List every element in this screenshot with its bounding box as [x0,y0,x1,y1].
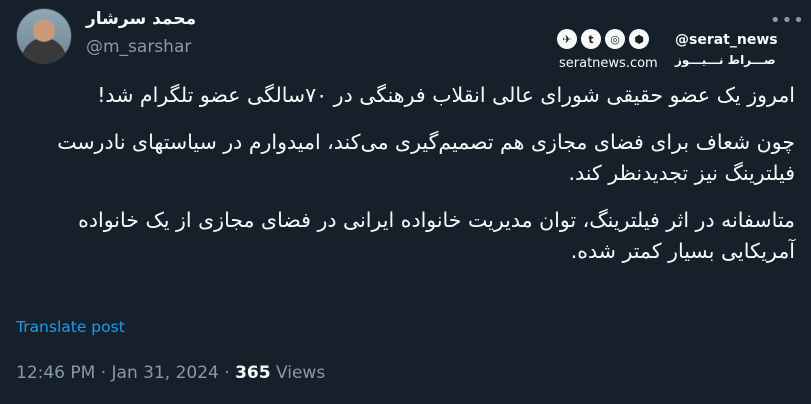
tweet-meta: 12:46 PM · Jan 31, 2024 · 365 Views [16,363,325,383]
post-date[interactable]: Jan 31, 2024 [112,363,219,383]
watermark-handle: @serat_news [675,32,778,48]
tweet-paragraph: چون شعاف برای فضای مجازی هم تصمیم‌گیری م… [57,130,795,185]
author-name[interactable]: محمد سرشار [86,9,206,29]
meta-separator: · [218,363,236,383]
watermark: ✈ t ◎ ⬢ @serat_news seratnews.com صـــرا… [557,29,787,75]
author-handle[interactable]: @m_sarshar [86,37,191,57]
tweet-paragraph: متاسفانه در اثر فیلترینگ، توان مدیریت خا… [78,208,795,263]
meta-separator: · [95,363,112,383]
watermark-brand: صـــراط نـــیـــوز [675,53,776,67]
avatar[interactable] [16,8,72,64]
watermark-icons: ✈ t ◎ ⬢ [557,29,649,49]
tweet-paragraph: امروز یک عضو حقیقی شورای عالی انقلاب فره… [97,83,795,107]
views-label: Views [270,363,326,383]
aparat-icon: ⬢ [629,29,649,49]
views-count[interactable]: 365 [235,363,271,383]
twitter-icon: t [581,29,601,49]
watermark-site: seratnews.com [559,56,658,71]
post-time[interactable]: 12:46 PM [16,363,95,383]
tweet-text: امروز یک عضو حقیقی شورای عالی انقلاب فره… [15,80,795,283]
telegram-icon: ✈ [557,29,577,49]
translate-post-link[interactable]: Translate post [16,318,125,336]
more-options-icon[interactable]: ••• [770,10,805,31]
instagram-icon: ◎ [605,29,625,49]
